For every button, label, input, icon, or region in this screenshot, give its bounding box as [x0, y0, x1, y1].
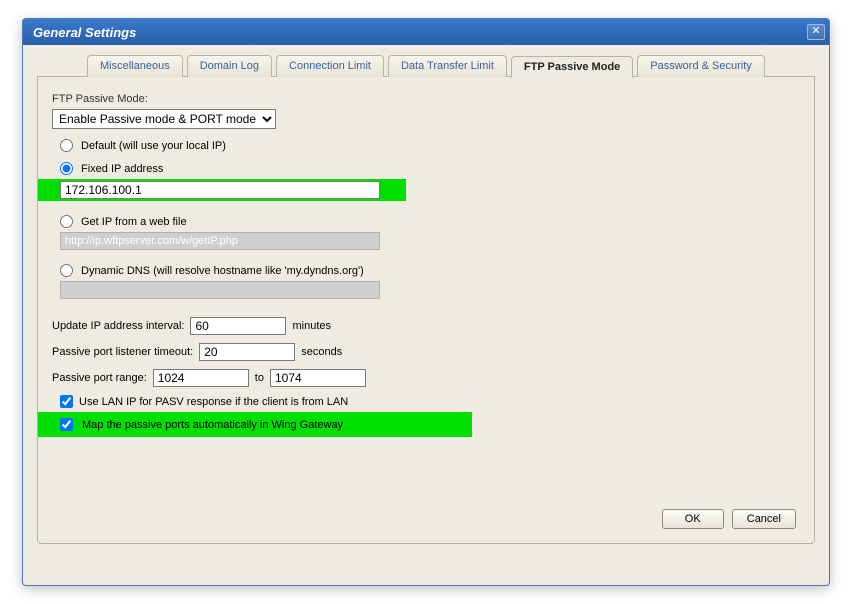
radio-web-file[interactable]	[60, 215, 73, 228]
radio-dyndns-label: Dynamic DNS (will resolve hostname like …	[81, 265, 364, 277]
tab-domain-log[interactable]: Domain Log	[187, 55, 272, 77]
port-range-label: Passive port range:	[52, 372, 147, 384]
radio-default[interactable]	[60, 139, 73, 152]
tab-ftp-passive-mode[interactable]: FTP Passive Mode	[511, 56, 633, 78]
dyndns-hostname-input	[60, 281, 380, 299]
fixed-ip-highlight	[38, 179, 406, 201]
tab-connection-limit[interactable]: Connection Limit	[276, 55, 384, 77]
dialog-buttons: OK Cancel	[662, 509, 796, 529]
use-lan-ip-label: Use LAN IP for PASV response if the clie…	[79, 396, 348, 408]
port-range-to-input[interactable]	[270, 369, 366, 387]
map-wing-highlight: Map the passive ports automatically in W…	[38, 412, 472, 437]
use-lan-ip-checkbox[interactable]	[60, 395, 73, 408]
radio-web-file-label: Get IP from a web file	[81, 216, 187, 228]
listener-timeout-label: Passive port listener timeout:	[52, 346, 193, 358]
web-file-url-input	[60, 232, 380, 250]
mode-select[interactable]: Enable Passive mode & PORT mode	[52, 109, 276, 129]
close-icon[interactable]: ✕	[807, 24, 825, 40]
mode-label: FTP Passive Mode:	[52, 93, 800, 105]
listener-timeout-input[interactable]	[199, 343, 295, 361]
update-interval-unit: minutes	[292, 320, 331, 332]
settings-window: General Settings ✕ Miscellaneous Domain …	[22, 18, 830, 586]
tab-data-transfer-limit[interactable]: Data Transfer Limit	[388, 55, 507, 77]
cancel-button[interactable]: Cancel	[732, 509, 796, 529]
tab-miscellaneous[interactable]: Miscellaneous	[87, 55, 183, 77]
ok-button[interactable]: OK	[662, 509, 724, 529]
radio-dyndns[interactable]	[60, 264, 73, 277]
listener-timeout-unit: seconds	[301, 346, 342, 358]
tab-panel: FTP Passive Mode: Enable Passive mode & …	[37, 76, 815, 544]
map-wing-checkbox[interactable]	[60, 418, 73, 431]
tab-password-security[interactable]: Password & Security	[637, 55, 764, 77]
radio-fixed-ip[interactable]	[60, 162, 73, 175]
fixed-ip-input[interactable]	[60, 181, 380, 199]
radio-fixed-ip-label: Fixed IP address	[81, 163, 163, 175]
window-title: General Settings	[33, 25, 136, 40]
port-range-to-label: to	[255, 372, 264, 384]
titlebar: General Settings ✕	[23, 19, 829, 45]
update-interval-input[interactable]	[190, 317, 286, 335]
port-range-from-input[interactable]	[153, 369, 249, 387]
tab-strip: Miscellaneous Domain Log Connection Limi…	[87, 55, 815, 77]
update-interval-label: Update IP address interval:	[52, 320, 184, 332]
radio-default-label: Default (will use your local IP)	[81, 140, 226, 152]
content-area: Miscellaneous Domain Log Connection Limi…	[23, 45, 829, 556]
map-wing-label: Map the passive ports automatically in W…	[82, 419, 343, 431]
